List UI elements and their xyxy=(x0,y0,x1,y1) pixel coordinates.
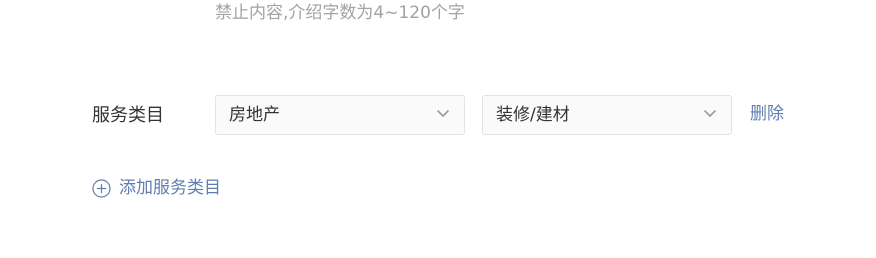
plus-circle-icon xyxy=(92,178,111,198)
chevron-down-icon xyxy=(704,110,716,117)
add-service-category-button[interactable]: 添加服务类目 xyxy=(92,176,221,200)
chevron-down-icon xyxy=(437,110,449,117)
service-category-label: 服务类目 xyxy=(92,105,164,126)
intro-hint-text: 禁止内容,介绍字数为4~120个字 xyxy=(215,3,465,23)
secondary-category-value: 装修/建材 xyxy=(496,105,570,125)
add-service-category-label: 添加服务类目 xyxy=(119,178,221,198)
secondary-category-select[interactable]: 装修/建材 xyxy=(482,95,732,135)
service-category-form: 禁止内容,介绍字数为4~120个字 服务类目 房地产 装修/建材 删除 添加服务… xyxy=(0,0,876,258)
primary-category-select[interactable]: 房地产 xyxy=(215,95,465,135)
delete-category-link[interactable]: 删除 xyxy=(750,103,784,125)
service-category-row: 服务类目 房地产 装修/建材 删除 xyxy=(0,95,876,135)
primary-category-value: 房地产 xyxy=(229,105,280,125)
